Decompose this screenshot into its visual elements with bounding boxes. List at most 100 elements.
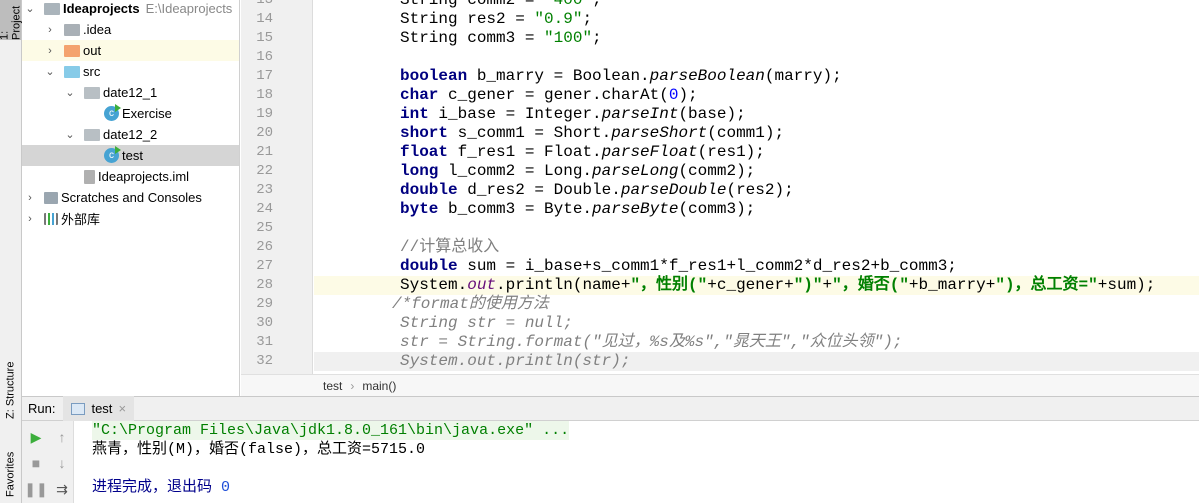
code-token: (comm1); [707,124,785,142]
line-number: 20 [256,125,273,141]
tree-item[interactable]: › .idea [22,19,239,40]
code-line[interactable]: long l_comm2 = Long.parseLong(comm2); [314,162,1199,181]
pause-icon[interactable]: ❚❚ [24,479,47,499]
code-token: "，婚否(" [832,276,909,294]
code-line[interactable]: int i_base = Integer.parseInt(base); [314,105,1199,124]
tree-item[interactable]: › out [22,40,239,61]
code-token: System. [400,276,468,294]
code-line[interactable]: str = String.format("见过，%s及%s","晁天王","众位… [314,333,1199,352]
code-line[interactable]: float f_res1 = Float.parseFloat(res1); [314,143,1199,162]
breadcrumb-separator-icon: › [350,378,355,393]
code-token: +sum); [1097,276,1156,294]
tree-item-label: date12_1 [103,85,158,100]
code-line[interactable]: System.out.println(str); [314,352,1199,371]
rerun-icon[interactable]: ▶ [26,427,46,447]
exit-code: 0 [221,479,231,496]
tree-item[interactable]: c test [22,145,239,166]
chevron-down-icon[interactable]: ⌄ [64,128,76,141]
code-line[interactable] [314,219,1199,238]
code-token: out [467,276,497,294]
stop-icon[interactable]: ■ [26,453,46,473]
code-token: (res2); [726,181,794,199]
code-token: .println(name+ [496,276,631,294]
code-token: ; [592,29,602,47]
code-token: /*format的使用方法 [392,295,549,313]
tree-item[interactable]: Ideaprojects.iml [22,166,239,187]
code-token: //计算总收入 [400,238,500,256]
code-token: parseFloat [601,143,698,161]
close-icon[interactable]: × [118,401,126,416]
code-line[interactable]: System.out.println(name+"，性别("+c_gener+"… [314,276,1199,295]
folder-orange-icon [64,44,80,57]
line-number: 15 [256,30,273,46]
line-number: 26 [256,239,273,255]
breadcrumb-item-class[interactable]: test [323,379,342,393]
tree-item-label: Ideaprojects.iml [98,169,190,184]
line-number: 17 [256,68,273,84]
code-line[interactable]: //计算总收入 [314,238,1199,257]
code-editor[interactable]: String comm2 = "400"; String res2 = "0.9"… [314,0,1199,374]
tree-item[interactable]: ⌄ date12_1 [22,82,239,103]
chevron-down-icon[interactable]: ⌄ [44,65,56,78]
line-number: 29 [256,296,273,312]
line-number: 31 [256,334,273,350]
tree-item[interactable]: ⌄ date12_2 [22,124,239,145]
code-line[interactable]: double sum = i_base+s_comm1*f_res1+l_com… [314,257,1199,276]
structure-tool-tab[interactable]: Z: Structure [0,355,21,425]
tree-item[interactable]: c Exercise [22,103,239,124]
code-token: b_marry = Boolean. [467,67,650,85]
left-tool-strip: 1: Project Z: Structure Favorites [0,0,23,503]
code-token: (comm2); [678,162,756,180]
down-arrow-icon[interactable]: ↓ [52,453,72,473]
code-line[interactable]: short s_comm1 = Short.parseShort(comm1); [314,124,1199,143]
code-line[interactable]: byte b_comm3 = Byte.parseByte(comm3); [314,200,1199,219]
code-line[interactable]: String res2 = "0.9"; [314,10,1199,29]
code-token: "，性别(" [630,276,708,294]
line-number: 16 [256,49,273,65]
run-panel-header: Run: test × [22,396,1199,421]
exit-label: 进程完成，退出码 [92,479,213,496]
tree-item-label: .idea [83,22,112,37]
code-line[interactable]: double d_res2 = Double.parseDouble(res2)… [314,181,1199,200]
code-line[interactable]: String comm3 = "100"; [314,29,1199,48]
tree-item[interactable]: ⌄ Ideaprojects E:\Ideaprojects [22,0,239,19]
run-tab-test[interactable]: test × [63,396,135,421]
chevron-right-icon[interactable]: › [24,192,36,204]
line-number: 27 [256,258,273,274]
project-tool-tab[interactable]: 1: Project [0,0,23,40]
chevron-down-icon[interactable]: ⌄ [24,2,36,15]
console-output[interactable]: "C:\Program Files\Java\jdk1.8.0_161\bin\… [74,421,1199,503]
code-line[interactable]: String str = null; [314,314,1199,333]
code-token: +b_marry+ [908,276,996,294]
code-line[interactable]: boolean b_marry = Boolean.parseBoolean(m… [314,67,1199,86]
soft-wrap-icon[interactable]: ⇉ [52,479,72,499]
tree-item-label: date12_2 [103,127,158,142]
class-icon: c [104,104,121,121]
console-program-output: 燕青，性别(M)，婚否(false)，总工资=5715.0 [92,441,426,458]
code-token: parseByte [592,200,679,218]
code-line[interactable]: /*format的使用方法 [314,295,1199,314]
code-token: byte [400,200,439,218]
code-line[interactable]: char c_gener = gener.charAt(0); [314,86,1199,105]
code-token: boolean [400,67,468,85]
tree-item[interactable]: ⌄ src [22,61,239,82]
code-line[interactable]: String comm2 = "400"; [314,0,1199,10]
code-token: d_res2 = Double. [457,181,621,199]
code-token: parseShort [611,124,708,142]
line-number: 24 [256,201,273,217]
code-line[interactable] [314,48,1199,67]
favorites-tool-tab[interactable]: Favorites [0,445,21,503]
chevron-right-icon[interactable]: › [24,213,36,225]
chevron-right-icon[interactable]: › [44,45,56,57]
line-number: 21 [256,144,273,160]
code-token: f_res1 = Float. [448,143,602,161]
tree-item[interactable]: › 外部库 [22,208,239,229]
code-token: char [400,86,439,104]
chevron-down-icon[interactable]: ⌄ [64,86,76,99]
code-token: l_comm2 = Long. [438,162,593,180]
up-arrow-icon[interactable]: ↑ [52,427,72,447]
tree-item[interactable]: › Scratches and Consoles [22,187,239,208]
code-token: parseDouble [620,181,727,199]
chevron-right-icon[interactable]: › [44,24,56,36]
breadcrumb-item-method[interactable]: main() [362,379,396,393]
